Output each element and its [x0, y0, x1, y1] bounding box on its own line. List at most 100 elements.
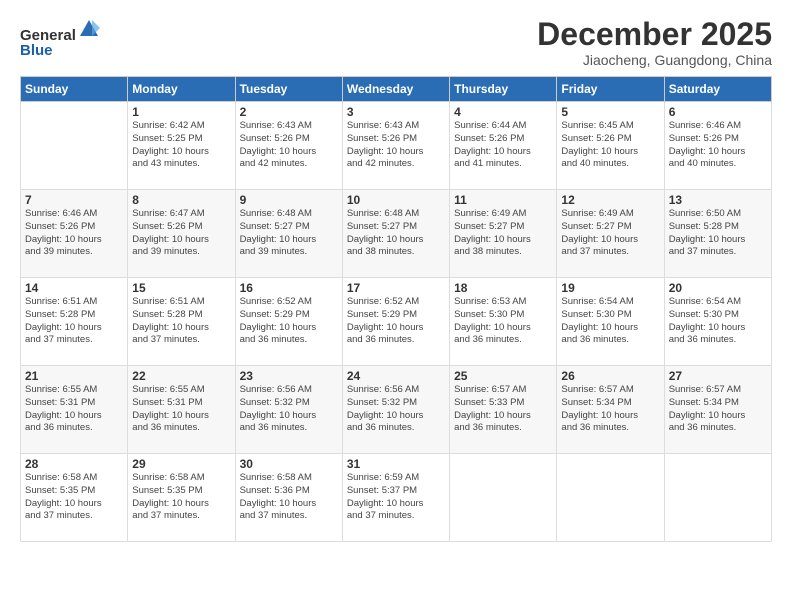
calendar-week-row: 1Sunrise: 6:42 AM Sunset: 5:25 PM Daylig… — [21, 102, 772, 190]
calendar-cell: 17Sunrise: 6:52 AM Sunset: 5:29 PM Dayli… — [342, 278, 449, 366]
calendar-cell — [557, 454, 664, 542]
day-number: 11 — [454, 193, 552, 207]
day-info: Sunrise: 6:45 AM Sunset: 5:26 PM Dayligh… — [561, 120, 659, 171]
day-info: Sunrise: 6:44 AM Sunset: 5:26 PM Dayligh… — [454, 120, 552, 171]
day-info: Sunrise: 6:55 AM Sunset: 5:31 PM Dayligh… — [132, 384, 230, 435]
day-number: 5 — [561, 105, 659, 119]
day-info: Sunrise: 6:50 AM Sunset: 5:28 PM Dayligh… — [669, 208, 767, 259]
location-subtitle: Jiaocheng, Guangdong, China — [537, 52, 772, 68]
day-number: 9 — [240, 193, 338, 207]
day-number: 18 — [454, 281, 552, 295]
calendar-table: SundayMondayTuesdayWednesdayThursdayFrid… — [20, 76, 772, 542]
calendar-cell: 31Sunrise: 6:59 AM Sunset: 5:37 PM Dayli… — [342, 454, 449, 542]
day-number: 13 — [669, 193, 767, 207]
weekday-header: Friday — [557, 77, 664, 102]
day-info: Sunrise: 6:57 AM Sunset: 5:34 PM Dayligh… — [561, 384, 659, 435]
day-info: Sunrise: 6:52 AM Sunset: 5:29 PM Dayligh… — [347, 296, 445, 347]
day-number: 8 — [132, 193, 230, 207]
day-info: Sunrise: 6:46 AM Sunset: 5:26 PM Dayligh… — [669, 120, 767, 171]
calendar-cell: 25Sunrise: 6:57 AM Sunset: 5:33 PM Dayli… — [450, 366, 557, 454]
day-number: 1 — [132, 105, 230, 119]
day-info: Sunrise: 6:51 AM Sunset: 5:28 PM Dayligh… — [132, 296, 230, 347]
calendar-cell: 22Sunrise: 6:55 AM Sunset: 5:31 PM Dayli… — [128, 366, 235, 454]
calendar-cell: 16Sunrise: 6:52 AM Sunset: 5:29 PM Dayli… — [235, 278, 342, 366]
calendar-cell — [21, 102, 128, 190]
day-info: Sunrise: 6:57 AM Sunset: 5:33 PM Dayligh… — [454, 384, 552, 435]
calendar-cell: 10Sunrise: 6:48 AM Sunset: 5:27 PM Dayli… — [342, 190, 449, 278]
calendar-week-row: 21Sunrise: 6:55 AM Sunset: 5:31 PM Dayli… — [21, 366, 772, 454]
day-number: 3 — [347, 105, 445, 119]
weekday-header: Tuesday — [235, 77, 342, 102]
day-info: Sunrise: 6:47 AM Sunset: 5:26 PM Dayligh… — [132, 208, 230, 259]
day-number: 17 — [347, 281, 445, 295]
calendar-cell: 9Sunrise: 6:48 AM Sunset: 5:27 PM Daylig… — [235, 190, 342, 278]
day-number: 19 — [561, 281, 659, 295]
weekday-header: Saturday — [664, 77, 771, 102]
day-info: Sunrise: 6:43 AM Sunset: 5:26 PM Dayligh… — [240, 120, 338, 171]
calendar-cell: 7Sunrise: 6:46 AM Sunset: 5:26 PM Daylig… — [21, 190, 128, 278]
day-info: Sunrise: 6:57 AM Sunset: 5:34 PM Dayligh… — [669, 384, 767, 435]
day-number: 20 — [669, 281, 767, 295]
weekday-header: Thursday — [450, 77, 557, 102]
day-number: 26 — [561, 369, 659, 383]
day-info: Sunrise: 6:58 AM Sunset: 5:36 PM Dayligh… — [240, 472, 338, 523]
calendar-cell: 11Sunrise: 6:49 AM Sunset: 5:27 PM Dayli… — [450, 190, 557, 278]
day-number: 2 — [240, 105, 338, 119]
day-number: 31 — [347, 457, 445, 471]
calendar-cell: 21Sunrise: 6:55 AM Sunset: 5:31 PM Dayli… — [21, 366, 128, 454]
day-info: Sunrise: 6:52 AM Sunset: 5:29 PM Dayligh… — [240, 296, 338, 347]
calendar-cell: 24Sunrise: 6:56 AM Sunset: 5:32 PM Dayli… — [342, 366, 449, 454]
calendar-cell: 6Sunrise: 6:46 AM Sunset: 5:26 PM Daylig… — [664, 102, 771, 190]
calendar-cell: 8Sunrise: 6:47 AM Sunset: 5:26 PM Daylig… — [128, 190, 235, 278]
day-info: Sunrise: 6:56 AM Sunset: 5:32 PM Dayligh… — [240, 384, 338, 435]
calendar-cell: 26Sunrise: 6:57 AM Sunset: 5:34 PM Dayli… — [557, 366, 664, 454]
page-header: General Blue December 2025 Jiaocheng, Gu… — [20, 18, 772, 68]
weekday-row: SundayMondayTuesdayWednesdayThursdayFrid… — [21, 77, 772, 102]
day-number: 10 — [347, 193, 445, 207]
day-number: 30 — [240, 457, 338, 471]
day-number: 27 — [669, 369, 767, 383]
calendar-cell: 14Sunrise: 6:51 AM Sunset: 5:28 PM Dayli… — [21, 278, 128, 366]
day-info: Sunrise: 6:56 AM Sunset: 5:32 PM Dayligh… — [347, 384, 445, 435]
day-info: Sunrise: 6:49 AM Sunset: 5:27 PM Dayligh… — [561, 208, 659, 259]
day-number: 4 — [454, 105, 552, 119]
day-number: 22 — [132, 369, 230, 383]
calendar-cell: 12Sunrise: 6:49 AM Sunset: 5:27 PM Dayli… — [557, 190, 664, 278]
calendar-cell: 30Sunrise: 6:58 AM Sunset: 5:36 PM Dayli… — [235, 454, 342, 542]
day-info: Sunrise: 6:43 AM Sunset: 5:26 PM Dayligh… — [347, 120, 445, 171]
calendar-week-row: 7Sunrise: 6:46 AM Sunset: 5:26 PM Daylig… — [21, 190, 772, 278]
calendar-cell: 1Sunrise: 6:42 AM Sunset: 5:25 PM Daylig… — [128, 102, 235, 190]
logo-blue: Blue — [20, 42, 53, 59]
day-info: Sunrise: 6:58 AM Sunset: 5:35 PM Dayligh… — [132, 472, 230, 523]
calendar-cell: 29Sunrise: 6:58 AM Sunset: 5:35 PM Dayli… — [128, 454, 235, 542]
day-info: Sunrise: 6:48 AM Sunset: 5:27 PM Dayligh… — [347, 208, 445, 259]
day-number: 25 — [454, 369, 552, 383]
calendar-cell: 13Sunrise: 6:50 AM Sunset: 5:28 PM Dayli… — [664, 190, 771, 278]
day-number: 24 — [347, 369, 445, 383]
day-info: Sunrise: 6:54 AM Sunset: 5:30 PM Dayligh… — [669, 296, 767, 347]
day-info: Sunrise: 6:51 AM Sunset: 5:28 PM Dayligh… — [25, 296, 123, 347]
day-info: Sunrise: 6:42 AM Sunset: 5:25 PM Dayligh… — [132, 120, 230, 171]
calendar-cell: 3Sunrise: 6:43 AM Sunset: 5:26 PM Daylig… — [342, 102, 449, 190]
day-info: Sunrise: 6:49 AM Sunset: 5:27 PM Dayligh… — [454, 208, 552, 259]
calendar-page: General Blue December 2025 Jiaocheng, Gu… — [0, 0, 792, 612]
calendar-cell: 15Sunrise: 6:51 AM Sunset: 5:28 PM Dayli… — [128, 278, 235, 366]
day-number: 7 — [25, 193, 123, 207]
calendar-cell — [450, 454, 557, 542]
calendar-header: SundayMondayTuesdayWednesdayThursdayFrid… — [21, 77, 772, 102]
weekday-header: Wednesday — [342, 77, 449, 102]
calendar-cell: 18Sunrise: 6:53 AM Sunset: 5:30 PM Dayli… — [450, 278, 557, 366]
day-info: Sunrise: 6:54 AM Sunset: 5:30 PM Dayligh… — [561, 296, 659, 347]
day-info: Sunrise: 6:53 AM Sunset: 5:30 PM Dayligh… — [454, 296, 552, 347]
day-number: 16 — [240, 281, 338, 295]
weekday-header: Sunday — [21, 77, 128, 102]
day-number: 14 — [25, 281, 123, 295]
calendar-cell: 2Sunrise: 6:43 AM Sunset: 5:26 PM Daylig… — [235, 102, 342, 190]
day-info: Sunrise: 6:58 AM Sunset: 5:35 PM Dayligh… — [25, 472, 123, 523]
calendar-cell: 20Sunrise: 6:54 AM Sunset: 5:30 PM Dayli… — [664, 278, 771, 366]
calendar-cell: 4Sunrise: 6:44 AM Sunset: 5:26 PM Daylig… — [450, 102, 557, 190]
day-info: Sunrise: 6:48 AM Sunset: 5:27 PM Dayligh… — [240, 208, 338, 259]
logo-icon — [78, 18, 100, 40]
calendar-cell: 19Sunrise: 6:54 AM Sunset: 5:30 PM Dayli… — [557, 278, 664, 366]
day-number: 28 — [25, 457, 123, 471]
